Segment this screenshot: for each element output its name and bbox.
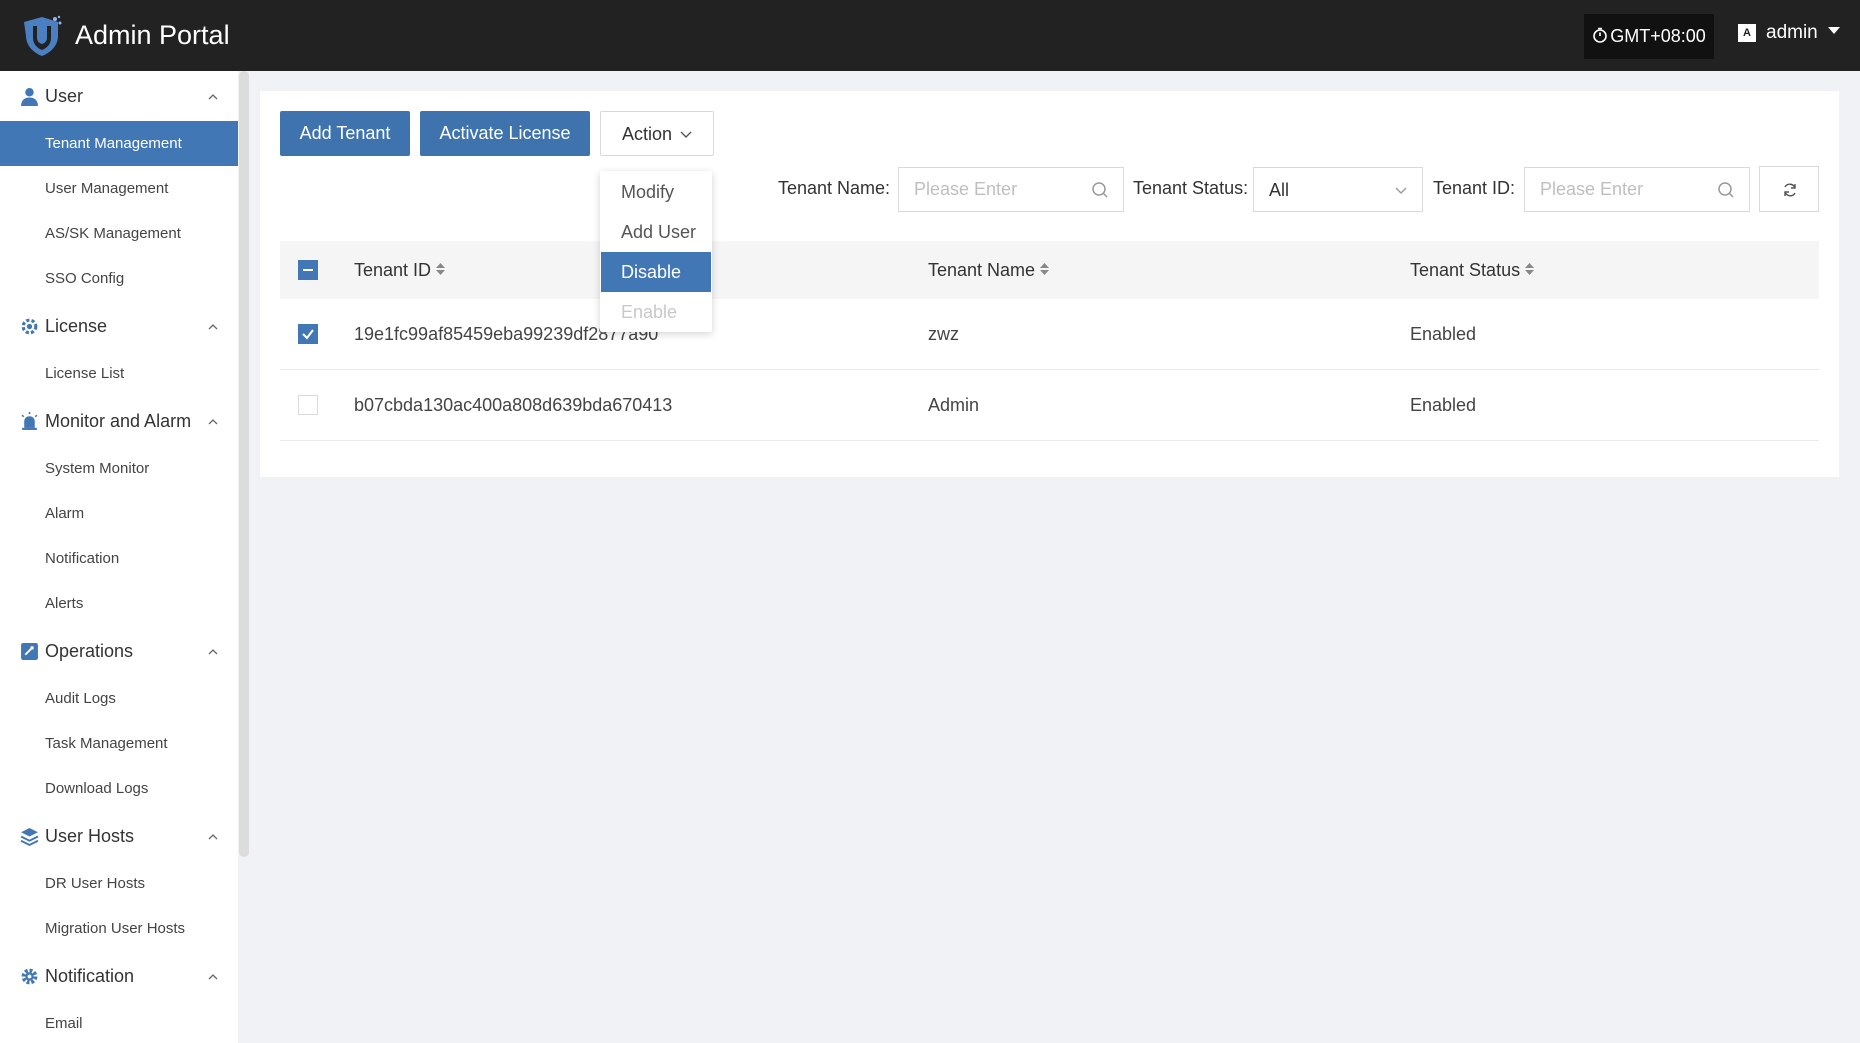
sidebar-item-license-list[interactable]: License List <box>0 351 238 396</box>
timezone-text: GMT+08:00 <box>1610 26 1706 46</box>
column-header-label: Tenant Name <box>928 260 1036 280</box>
sidebar-group-label: Operations <box>45 641 134 661</box>
sidebar-group-user-hosts[interactable]: User Hosts <box>0 811 238 861</box>
sort-icon <box>1040 263 1050 275</box>
row-checkbox[interactable] <box>298 395 318 415</box>
column-header-tenant-id[interactable]: Tenant ID <box>354 260 446 281</box>
chevron-up-icon <box>208 974 218 980</box>
search-icon[interactable] <box>1091 181 1109 199</box>
sidebar: User Tenant Management User Management A… <box>0 71 238 1043</box>
caret-down-icon <box>1827 27 1840 34</box>
checkmark-icon <box>302 329 314 340</box>
refresh-button[interactable] <box>1759 166 1819 212</box>
search-icon[interactable] <box>1717 181 1735 199</box>
tenant-name-cell: Admin <box>928 395 980 415</box>
sidebar-group-operations[interactable]: Operations <box>0 626 238 676</box>
add-tenant-button[interactable]: Add Tenant <box>280 111 410 156</box>
shield-logo-icon <box>24 15 62 56</box>
column-header-label: Tenant ID <box>354 260 432 280</box>
tenant-id-field <box>1524 167 1750 212</box>
timezone-badge[interactable]: GMT+08:00 <box>1584 14 1714 59</box>
tenant-management-panel: Add Tenant Activate License Action Tenan… <box>260 91 1839 477</box>
tenant-id-cell: b07cbda130ac400a808d639bda670413 <box>354 395 673 415</box>
license-icon <box>21 318 38 335</box>
sidebar-item-user-management[interactable]: User Management <box>0 166 238 211</box>
tenant-id-input[interactable] <box>1525 168 1749 211</box>
sidebar-scrollbar[interactable] <box>239 71 249 857</box>
row-checkbox[interactable] <box>298 324 318 344</box>
sidebar-item-system-monitor[interactable]: System Monitor <box>0 446 238 491</box>
select-all-checkbox[interactable] <box>298 260 318 280</box>
action-button-label: Action <box>621 124 673 144</box>
sidebar-item-audit-logs[interactable]: Audit Logs <box>0 676 238 721</box>
alarm-icon <box>21 412 38 430</box>
top-header: Admin Portal GMT+08:00 Aadmin <box>0 0 1860 71</box>
sidebar-group-license[interactable]: License <box>0 301 238 351</box>
menu-item-add-user[interactable]: Add User <box>601 212 711 252</box>
menu-item-disable[interactable]: Disable <box>601 252 711 292</box>
layers-icon <box>20 828 39 846</box>
table-row[interactable]: 19e1fc99af85459eba99239df2877a90 zwz Ena… <box>280 299 1819 370</box>
activate-license-button[interactable]: Activate License <box>420 111 590 156</box>
sort-icon <box>436 263 446 275</box>
sidebar-item-dr-user-hosts[interactable]: DR User Hosts <box>0 861 238 906</box>
table-row[interactable]: b07cbda130ac400a808d639bda670413 Admin E… <box>280 370 1819 441</box>
operations-icon <box>21 643 38 660</box>
chevron-down-icon <box>1395 187 1407 194</box>
sidebar-item-email[interactable]: Email <box>0 1001 238 1043</box>
language-icon: A <box>1738 24 1756 42</box>
username: admin <box>1766 22 1818 43</box>
tenant-name-label: Tenant Name: <box>778 178 891 198</box>
sort-icon <box>1525 263 1535 275</box>
table-header: Tenant ID Tenant Name Tenant Status <box>280 241 1819 299</box>
chevron-up-icon <box>208 94 218 100</box>
sidebar-item-alerts[interactable]: Alerts <box>0 581 238 626</box>
column-header-tenant-name[interactable]: Tenant Name <box>928 260 1050 281</box>
chevron-up-icon <box>208 649 218 655</box>
user-menu[interactable]: Aadmin <box>1738 22 1840 52</box>
sidebar-group-label: Notification <box>45 966 135 986</box>
menu-item-enable: Enable <box>621 302 678 322</box>
sidebar-item-notification[interactable]: Notification <box>0 536 238 581</box>
gear-icon <box>21 968 38 985</box>
action-dropdown-button[interactable]: Action <box>600 111 714 156</box>
sidebar-group-user[interactable]: User <box>0 71 238 121</box>
tenant-name-field <box>898 167 1124 212</box>
chevron-down-icon <box>680 131 692 138</box>
sidebar-item-download-logs[interactable]: Download Logs <box>0 766 238 811</box>
refresh-icon <box>1784 183 1796 197</box>
app-title: Admin Portal <box>75 20 230 50</box>
menu-item-modify[interactable]: Modify <box>601 172 711 212</box>
tenant-status-label: Tenant Status: <box>1133 178 1249 198</box>
action-dropdown-menu: Modify Add User Disable Enable <box>600 171 712 332</box>
sidebar-group-label: Monitor and Alarm <box>45 411 192 431</box>
chevron-up-icon <box>208 324 218 330</box>
chevron-up-icon <box>208 419 218 425</box>
sidebar-item-sso-config[interactable]: SSO Config <box>0 256 238 301</box>
sidebar-item-as-sk-management[interactable]: AS/SK Management <box>0 211 238 256</box>
sidebar-item-alarm[interactable]: Alarm <box>0 491 238 536</box>
sidebar-group-monitor-alarm[interactable]: Monitor and Alarm <box>0 396 238 446</box>
chevron-up-icon <box>208 834 218 840</box>
sidebar-group-label: License <box>45 316 108 336</box>
sidebar-group-label: User Hosts <box>45 826 135 846</box>
sidebar-item-tenant-management[interactable]: Tenant Management <box>0 121 238 166</box>
sidebar-group-notification[interactable]: Notification <box>0 951 238 1001</box>
tenant-status-cell: Enabled <box>1410 395 1477 415</box>
tenant-status-value: All <box>1269 180 1290 200</box>
tenant-status-cell: Enabled <box>1410 324 1477 344</box>
sidebar-item-migration-user-hosts[interactable]: Migration User Hosts <box>0 906 238 951</box>
column-header-label: Tenant Status <box>1410 260 1521 280</box>
tenant-name-cell: zwz <box>928 324 959 344</box>
column-header-tenant-status[interactable]: Tenant Status <box>1410 260 1535 281</box>
sidebar-group-label: User <box>45 86 84 106</box>
tenant-status-select[interactable]: All <box>1253 167 1423 212</box>
user-icon <box>21 88 38 106</box>
tenant-id-label: Tenant ID: <box>1433 178 1516 198</box>
clock-icon <box>1593 27 1608 43</box>
tenant-name-input[interactable] <box>899 168 1123 211</box>
sidebar-item-task-management[interactable]: Task Management <box>0 721 238 766</box>
